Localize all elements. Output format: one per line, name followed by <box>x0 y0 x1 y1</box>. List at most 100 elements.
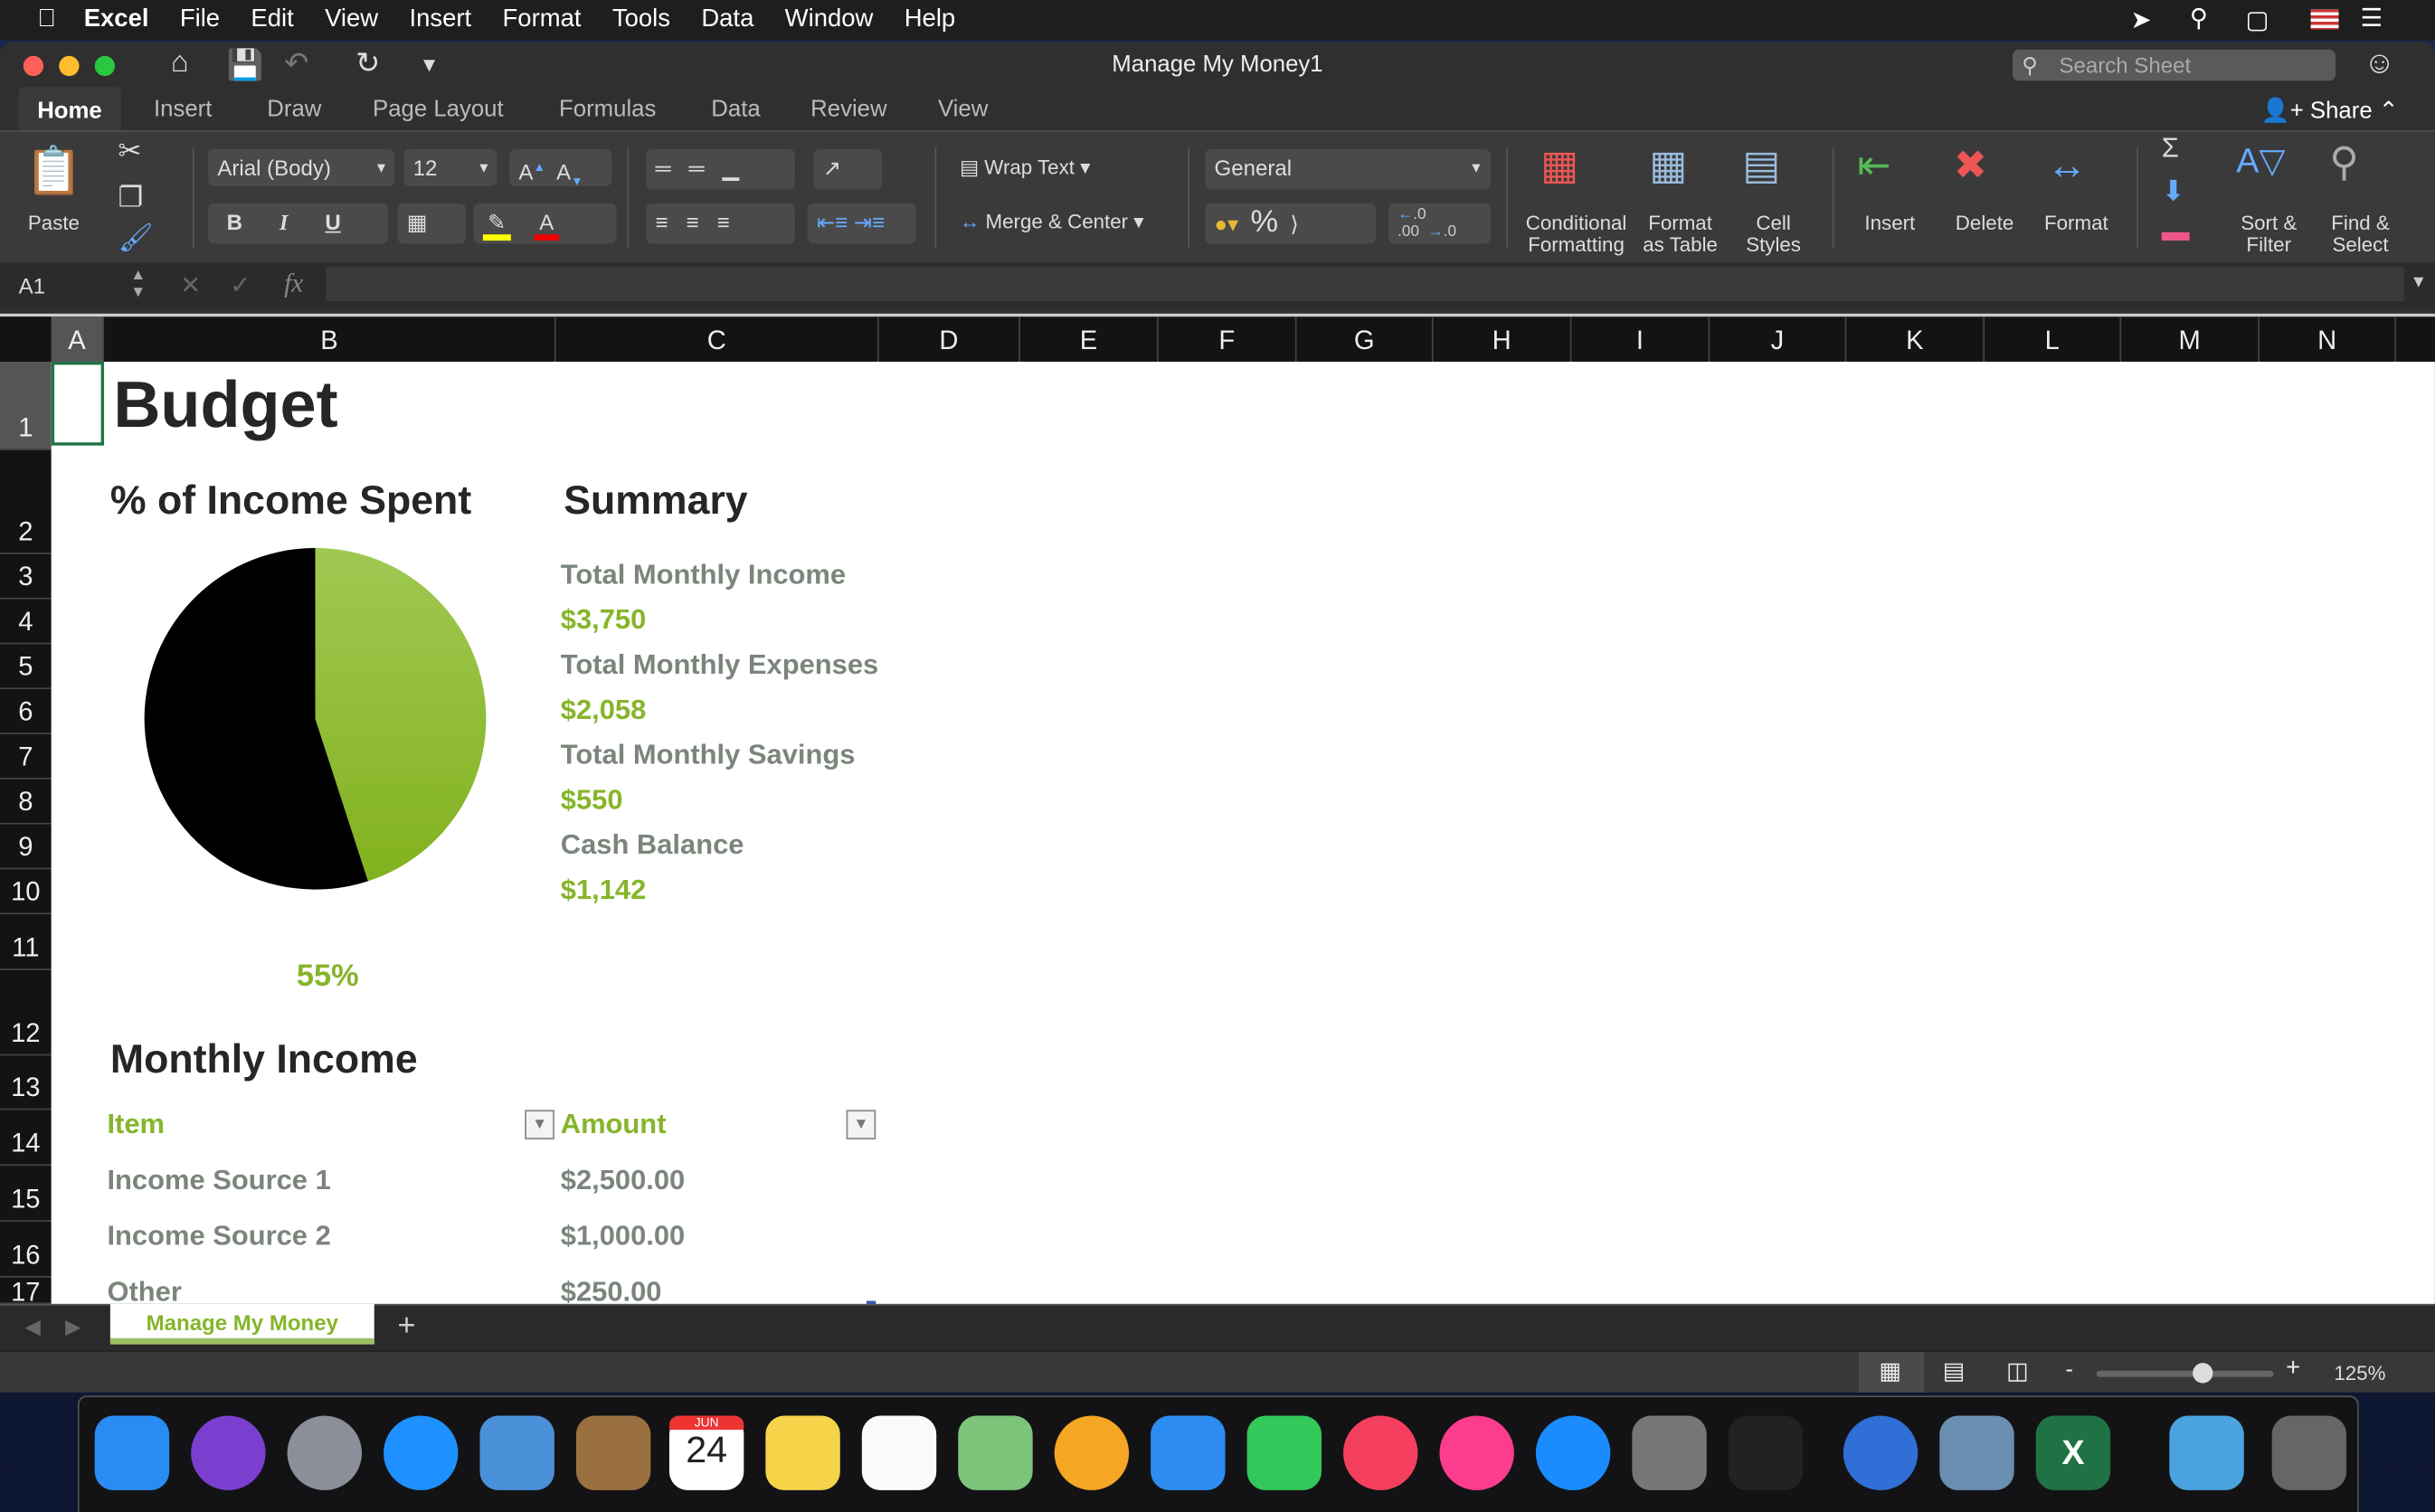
sheet-tab-manage-my-money[interactable]: Manage My Money <box>109 1303 374 1345</box>
column-header-k[interactable]: K <box>1846 317 1985 365</box>
italic-button[interactable]: I <box>280 213 288 236</box>
tab-home[interactable]: Home <box>18 87 121 134</box>
column-header-b[interactable]: B <box>104 317 556 365</box>
row-header-16[interactable]: 16 <box>0 1222 52 1278</box>
name-box[interactable]: A1 <box>19 273 45 298</box>
row-header-1[interactable]: 1 <box>0 361 52 450</box>
dock-app-icon-21[interactable] <box>2169 1415 2244 1490</box>
column-header-l[interactable]: L <box>1985 317 2122 365</box>
tab-insert[interactable]: Insert <box>154 96 212 122</box>
autosum-icon[interactable]: Σ <box>2162 132 2179 165</box>
paste-icon[interactable]: 📋 <box>24 145 82 199</box>
enter-icon[interactable]: ✓ <box>230 270 251 301</box>
expand-formula-icon[interactable]: ▼ <box>2410 273 2427 292</box>
pie-chart[interactable] <box>128 533 501 905</box>
feedback-smiley-icon[interactable]: ☺ <box>2364 46 2395 81</box>
row-header-5[interactable]: 5 <box>0 644 52 690</box>
indent-group[interactable]: ⇤≡ ⇥≡ <box>807 203 916 244</box>
fill-icon[interactable]: ⬇ <box>2162 175 2185 208</box>
apple-icon[interactable]:  <box>37 6 56 34</box>
income-item[interactable]: Income Source 1 <box>107 1164 330 1196</box>
zoom-slider[interactable] <box>2096 1363 2274 1384</box>
zoom-slider-knob[interactable] <box>2193 1363 2214 1384</box>
row-header-4[interactable]: 4 <box>0 600 52 645</box>
row-header-15[interactable]: 15 <box>0 1166 52 1222</box>
menu-format[interactable]: Format <box>503 6 582 34</box>
tab-draw[interactable]: Draw <box>267 96 321 122</box>
us-flag-icon[interactable] <box>2310 9 2339 30</box>
font-name-select[interactable]: Arial (Body) ▼ <box>208 148 395 186</box>
dock-app-icon-10[interactable] <box>1054 1415 1130 1490</box>
dock-app-icon-16[interactable] <box>1632 1415 1707 1490</box>
menu-app[interactable]: Excel <box>84 6 149 34</box>
row-header-11[interactable]: 11 <box>0 914 52 970</box>
dock-app-icon-3[interactable] <box>384 1415 459 1490</box>
row-header-14[interactable]: 14 <box>0 1110 52 1167</box>
name-box-stepper[interactable]: ▲ ▼ <box>130 267 146 301</box>
zoom-out-button[interactable]: - <box>2065 1356 2073 1383</box>
dock-app-icon-0[interactable] <box>94 1415 170 1490</box>
dock-app-icon-12[interactable] <box>1246 1415 1322 1490</box>
filter-dropdown-amount[interactable]: ▼ <box>846 1110 876 1139</box>
active-cell-a1[interactable] <box>51 361 105 446</box>
dock-app-icon-2[interactable] <box>287 1415 363 1490</box>
income-amount[interactable]: $2,500.00 <box>561 1164 685 1196</box>
cancel-icon[interactable]: ✕ <box>180 270 201 301</box>
filter-dropdown-item[interactable]: ▼ <box>525 1110 554 1139</box>
font-size-grow-shrink[interactable]: A▲ A▼ <box>509 148 612 188</box>
menu-help[interactable]: Help <box>905 6 955 34</box>
comma-style-button[interactable]: ⟩ <box>1290 211 1298 235</box>
sort-filter-icon[interactable]: A▽ <box>2236 141 2285 182</box>
dock-app-icon-17[interactable] <box>1728 1415 1804 1490</box>
column-header-g[interactable]: G <box>1297 317 1434 365</box>
add-sheet-button[interactable]: + <box>398 1309 416 1344</box>
underline-button[interactable]: U <box>325 210 340 234</box>
format-as-table-icon[interactable]: ▦ <box>1649 141 1687 189</box>
dock-app-icon-8[interactable] <box>861 1415 937 1490</box>
paste-label[interactable]: Paste <box>28 212 80 234</box>
income-item[interactable]: Other <box>107 1276 181 1304</box>
vertical-align-group[interactable]: ═ ═ ▁ <box>646 148 796 190</box>
column-header-f[interactable]: F <box>1159 317 1297 365</box>
merge-center-button[interactable]: ↔ Merge & Center ▾ <box>960 211 1143 232</box>
dock-app-icon-5[interactable] <box>575 1415 651 1490</box>
worksheet-grid[interactable]: Budget % of Income Spent Summary 55% Tot… <box>51 361 2435 1304</box>
row-header-2[interactable]: 2 <box>0 450 52 554</box>
menu-file[interactable]: File <box>180 6 220 34</box>
delete-cells-button[interactable]: Delete <box>1950 212 2019 234</box>
dock-app-icon-14[interactable] <box>1439 1415 1514 1490</box>
dock-app-icon-4[interactable] <box>479 1415 554 1490</box>
list-icon[interactable]: ☰ <box>2361 3 2383 33</box>
wrap-text-button[interactable]: ▤ Wrap Text ▾ <box>960 156 1090 178</box>
column-header-d[interactable]: D <box>879 317 1020 365</box>
tab-data[interactable]: Data <box>711 96 760 122</box>
format-cells-button[interactable]: Format <box>2041 212 2112 234</box>
percent-button[interactable]: % <box>1250 205 1278 240</box>
find-select-button[interactable]: Find & Select <box>2323 212 2397 256</box>
copy-icon[interactable]: ❐ <box>118 182 143 214</box>
share-button[interactable]: 👤+ Share ⌃ <box>2261 96 2399 124</box>
cell-styles-icon[interactable]: ▤ <box>1742 141 1780 189</box>
dock-app-icon-13[interactable] <box>1343 1415 1418 1490</box>
fill-font-color-group[interactable]: ✎ A <box>473 203 617 244</box>
income-amount[interactable]: $1,000.00 <box>561 1220 685 1252</box>
menu-tools[interactable]: Tools <box>612 6 670 34</box>
accounting-format-icon[interactable]: ●▾ <box>1215 211 1239 235</box>
font-color-icon[interactable]: A <box>535 209 559 241</box>
column-header-e[interactable]: E <box>1020 317 1159 365</box>
row-header-3[interactable]: 3 <box>0 554 52 600</box>
conditional-formatting-icon[interactable]: ▦ <box>1540 141 1578 189</box>
income-item[interactable]: Income Source 2 <box>107 1220 330 1252</box>
page-break-view-icon[interactable]: ◫ <box>2006 1356 2028 1384</box>
bold-button[interactable]: B <box>227 210 242 234</box>
dock-app-icon-18[interactable] <box>1843 1415 1919 1490</box>
row-header-6[interactable]: 6 <box>0 689 52 734</box>
menu-edit[interactable]: Edit <box>251 6 293 34</box>
row-header-10[interactable]: 10 <box>0 869 52 915</box>
dock-app-icon-7[interactable] <box>765 1415 840 1490</box>
select-all-corner[interactable] <box>0 317 52 365</box>
column-header-c[interactable]: C <box>556 317 879 365</box>
row-header-7[interactable]: 7 <box>0 734 52 780</box>
tab-formulas[interactable]: Formulas <box>559 96 656 122</box>
decimal-group[interactable]: ←.0.00 →.0 <box>1388 203 1492 244</box>
